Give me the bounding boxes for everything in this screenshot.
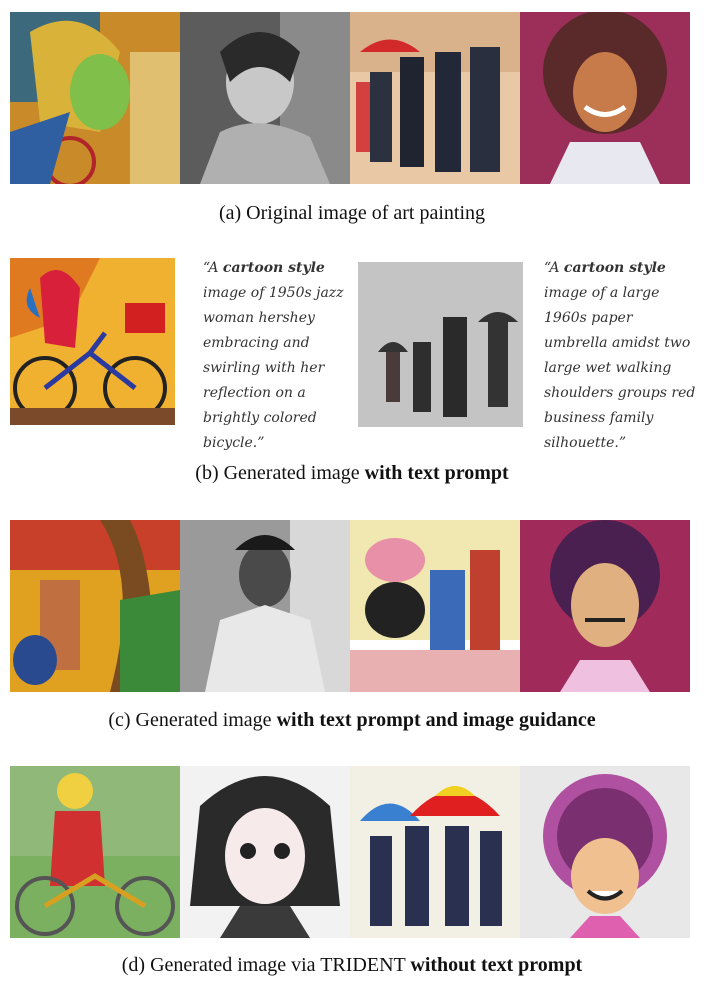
guided-image-cartoon-crowd <box>350 520 520 692</box>
guided-image-garden-figures <box>10 520 180 692</box>
caption-c-emphasis: with text prompt and image guidance <box>276 709 596 731</box>
guided-image-man-portrait <box>180 520 350 692</box>
original-painting-woman-portrait <box>180 12 350 184</box>
prompt-text-1: “A cartoon style image of 1950s jazz wom… <box>203 256 344 456</box>
trident-image-cyclist <box>10 766 180 938</box>
original-painting-woman-bicycle <box>10 12 180 184</box>
guided-image-woman-afro <box>520 520 690 692</box>
trident-image-anime-girl <box>180 766 350 938</box>
prompt-line: umbrella amidst two <box>544 335 691 351</box>
prompt-line: reflection on a <box>203 385 306 401</box>
caption-d: (d) Generated image via TRIDENT without … <box>0 953 704 977</box>
prompt-open-quote: “A <box>203 260 223 276</box>
caption-d-text: (d) Generated image via TRIDENT <box>121 954 411 976</box>
prompt-line: image of 1950s jazz <box>203 285 344 301</box>
guided-images-row <box>10 520 690 692</box>
caption-a: (a) Original image of art painting <box>218 202 485 224</box>
caption-c-text: (c) Generated image <box>108 709 277 731</box>
prompt-style-keyword: cartoon style <box>563 260 666 276</box>
generated-image-umbrella-silhouettes <box>358 262 523 427</box>
caption-b: (b) Generated image with text prompt <box>0 461 704 485</box>
prompt-line: shoulders groups red <box>544 385 696 401</box>
original-painting-smiling-woman <box>520 12 690 184</box>
prompt-line: image of a large <box>544 285 660 301</box>
prompt-text-2: “A cartoon style image of a large 1960s … <box>544 256 695 456</box>
original-images-row <box>10 12 690 184</box>
prompt-style-keyword: cartoon style <box>222 260 325 276</box>
trident-images-row <box>10 766 690 938</box>
prompt-line: bicycle.” <box>203 435 265 451</box>
prompt-line: swirling with her <box>203 360 325 376</box>
prompt-line: embracing and <box>203 335 310 351</box>
prompt-line: 1960s paper <box>544 310 633 326</box>
prompt-line: woman hershey <box>203 310 315 326</box>
prompt-line: silhouette.” <box>544 435 627 451</box>
caption-b-text: (b) Generated image <box>195 462 365 484</box>
generated-image-bicycle-woman <box>10 258 175 425</box>
caption-d-emphasis: without text prompt <box>410 954 583 976</box>
prompt-line: brightly colored <box>203 410 317 426</box>
prompt-open-quote: “A <box>544 260 564 276</box>
prompt-line: large wet walking <box>544 360 672 376</box>
original-painting-umbrella-crowd <box>350 12 520 184</box>
caption-c: (c) Generated image with text prompt and… <box>0 708 704 732</box>
trident-image-curly-hair-cartoon <box>520 766 690 938</box>
trident-image-umbrella-businessmen <box>350 766 520 938</box>
caption-b-emphasis: with text prompt <box>364 462 509 484</box>
prompt-line: business family <box>544 410 654 426</box>
